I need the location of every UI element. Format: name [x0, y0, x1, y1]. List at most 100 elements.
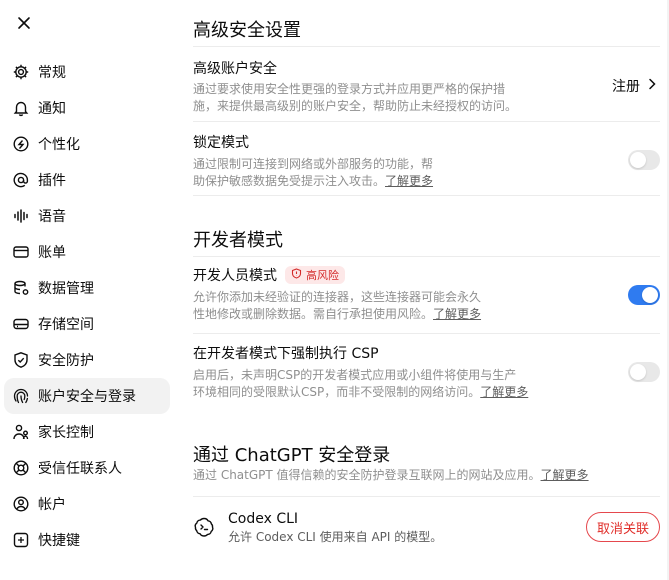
chatgpt-login-description: 通过 ChatGPT 值得信赖的安全防护登录互联网上的网站及应用。了解更多	[193, 467, 660, 484]
sidebar-item-label: 数据管理	[38, 281, 94, 297]
section-title-advanced-security: 高级安全设置	[193, 20, 301, 41]
sidebar-item-notifications[interactable]: 通知	[4, 90, 170, 126]
sidebar-item-plugins[interactable]: 插件	[4, 162, 170, 198]
toggle-knob	[630, 364, 646, 380]
setting-title-text: 开发人员模式	[193, 268, 277, 284]
sidebar-item-storage[interactable]: 存储空间	[4, 306, 170, 342]
codex-cli-icon	[193, 516, 215, 538]
learn-more-link[interactable]: 了解更多	[385, 174, 433, 188]
sidebar-item-shortcuts[interactable]: 快捷键	[4, 522, 170, 558]
developer-mode-toggle[interactable]	[628, 285, 660, 305]
toggle-knob	[630, 152, 646, 168]
description-line: 通过限制可连接到网络或外部服务的功能，帮	[193, 157, 434, 171]
sidebar-item-voice[interactable]: 语音	[4, 198, 170, 234]
description-line: 性地修改或删除数据。需自行承担使用风险。	[193, 307, 434, 321]
settings-nav: 常规 通知 个性化 插件 语音 账单 数据管理 存储空间 安全防护 账户安全与登…	[4, 54, 170, 558]
sidebar-item-account-security[interactable]: 账户安全与登录	[4, 378, 170, 414]
keyboard-shortcut-icon	[12, 531, 30, 549]
setting-row-advanced-account-security: 高级账户安全 通过要求使用安全性更强的登录方式并应用更严格的保护措 施，来提供最…	[193, 58, 660, 115]
section-title-chatgpt-login: 通过 ChatGPT 安全登录	[193, 445, 391, 466]
setting-description: 通过 ChatGPT 值得信赖的安全防护登录互联网上的网站及应用。了解更多	[193, 467, 660, 484]
personalization-icon	[12, 135, 30, 153]
lifebuoy-icon	[12, 459, 30, 477]
divider	[193, 333, 660, 334]
close-icon	[17, 15, 31, 34]
sidebar-item-label: 存储空间	[38, 317, 94, 333]
enforce-csp-toggle[interactable]	[628, 362, 660, 382]
setting-title: 开发人员模式 高风险	[193, 265, 660, 285]
setting-description: 启用后，未声明CSP的开发者模式应用或小组件将使用与生产 环境相同的受限默认CS…	[193, 367, 660, 401]
divider	[193, 195, 660, 196]
sidebar-item-label: 账单	[38, 245, 66, 261]
sidebar-item-trusted-contacts[interactable]: 受信任联系人	[4, 450, 170, 486]
gear-icon	[12, 63, 30, 81]
sidebar-item-data-controls[interactable]: 数据管理	[4, 270, 170, 306]
toggle-knob	[642, 287, 658, 303]
settings-sidebar: 常规 通知 个性化 插件 语音 账单 数据管理 存储空间 安全防护 账户安全与登…	[0, 0, 176, 580]
sidebar-item-label: 帐户	[38, 497, 66, 513]
waveform-icon	[12, 207, 30, 225]
setting-row-developer-mode: 开发人员模式 高风险 允许你添加未经验证的连接器，这些连接器可能会永久 性地修改…	[193, 265, 660, 323]
setting-row-enforce-csp: 在开发者模式下强制执行 CSP 启用后，未声明CSP的开发者模式应用或小组件将使…	[193, 343, 660, 401]
sidebar-item-label: 语音	[38, 209, 66, 225]
app-description: 允许 Codex CLI 使用来自 API 的模型。	[228, 530, 443, 544]
sidebar-item-general[interactable]: 常规	[4, 54, 170, 90]
shield-icon	[12, 351, 30, 369]
sidebar-item-personalization[interactable]: 个性化	[4, 126, 170, 162]
lockdown-mode-toggle[interactable]	[628, 150, 660, 170]
register-label: 注册	[612, 79, 640, 95]
divider	[193, 256, 660, 257]
setting-description: 通过限制可连接到网络或外部服务的功能，帮 助保护敏感数据免受提示注入攻击。了解更…	[193, 156, 660, 190]
app-name: Codex CLI	[228, 511, 299, 527]
setting-title: 锁定模式	[193, 135, 249, 151]
sidebar-item-parental-controls[interactable]: 家长控制	[4, 414, 170, 450]
disconnect-button[interactable]: 取消关联	[585, 512, 660, 542]
sidebar-item-billing[interactable]: 账单	[4, 234, 170, 270]
setting-row-lockdown-mode: 锁定模式 通过限制可连接到网络或外部服务的功能，帮 助保护敏感数据免受提示注入攻…	[193, 132, 660, 190]
sidebar-item-account[interactable]: 帐户	[4, 486, 170, 522]
user-circle-icon	[12, 495, 30, 513]
at-icon	[12, 171, 30, 189]
section-title-developer-mode: 开发者模式	[193, 230, 283, 251]
warning-shield-icon	[291, 268, 306, 282]
sidebar-item-label: 受信任联系人	[38, 461, 122, 477]
divider	[193, 496, 660, 497]
sidebar-item-label: 常规	[38, 65, 66, 81]
description-line: 允许你添加未经验证的连接器，这些连接器可能会永久	[193, 290, 482, 304]
description-line: 施，来提供最高级别的账户安全，帮助防止未经授权的访问。	[193, 99, 518, 113]
setting-title: 高级账户安全	[193, 61, 277, 77]
sidebar-item-label: 快捷键	[38, 533, 80, 549]
description-line: 环境相同的受限默认CSP，而非不受限制的网络访问。	[193, 385, 481, 399]
learn-more-link[interactable]: 了解更多	[541, 468, 589, 482]
description-line: 助保护敏感数据免受提示注入攻击。	[193, 174, 386, 188]
sidebar-item-label: 家长控制	[38, 425, 94, 441]
bell-icon	[12, 99, 30, 117]
fingerprint-icon	[12, 387, 30, 405]
family-icon	[12, 423, 30, 441]
sidebar-item-security[interactable]: 安全防护	[4, 342, 170, 378]
sidebar-item-label: 个性化	[38, 137, 80, 153]
setting-description: 允许你添加未经验证的连接器，这些连接器可能会永久 性地修改或删除数据。需自行承担…	[193, 289, 660, 323]
badge-label: 高风险	[306, 269, 339, 282]
credit-card-icon	[12, 243, 30, 261]
setting-description: 通过要求使用安全性更强的登录方式并应用更严格的保护措 施，来提供最高级别的账户安…	[193, 81, 660, 115]
description-line: 启用后，未声明CSP的开发者模式应用或小组件将使用与生产	[193, 368, 517, 382]
close-button[interactable]	[14, 14, 34, 34]
high-risk-badge: 高风险	[285, 266, 345, 284]
setting-title: 在开发者模式下强制执行 CSP	[193, 346, 379, 362]
chevron-right-icon	[640, 76, 660, 96]
sidebar-item-label: 插件	[38, 173, 66, 189]
learn-more-link[interactable]: 了解更多	[480, 385, 528, 399]
divider	[193, 121, 660, 122]
sidebar-item-label: 安全防护	[38, 353, 94, 369]
app-row-codex-cli: Codex CLI 允许 Codex CLI 使用来自 API 的模型。	[228, 511, 608, 546]
database-icon	[12, 279, 30, 297]
register-button[interactable]: 注册	[612, 76, 660, 96]
divider	[193, 46, 660, 47]
description-line: 通过要求使用安全性更强的登录方式并应用更严格的保护措	[193, 82, 506, 96]
sidebar-item-label: 账户安全与登录	[38, 389, 136, 405]
storage-icon	[12, 315, 30, 333]
learn-more-link[interactable]: 了解更多	[433, 307, 481, 321]
description-line: 通过 ChatGPT 值得信赖的安全防护登录互联网上的网站及应用。	[193, 468, 541, 482]
sidebar-item-label: 通知	[38, 101, 66, 117]
